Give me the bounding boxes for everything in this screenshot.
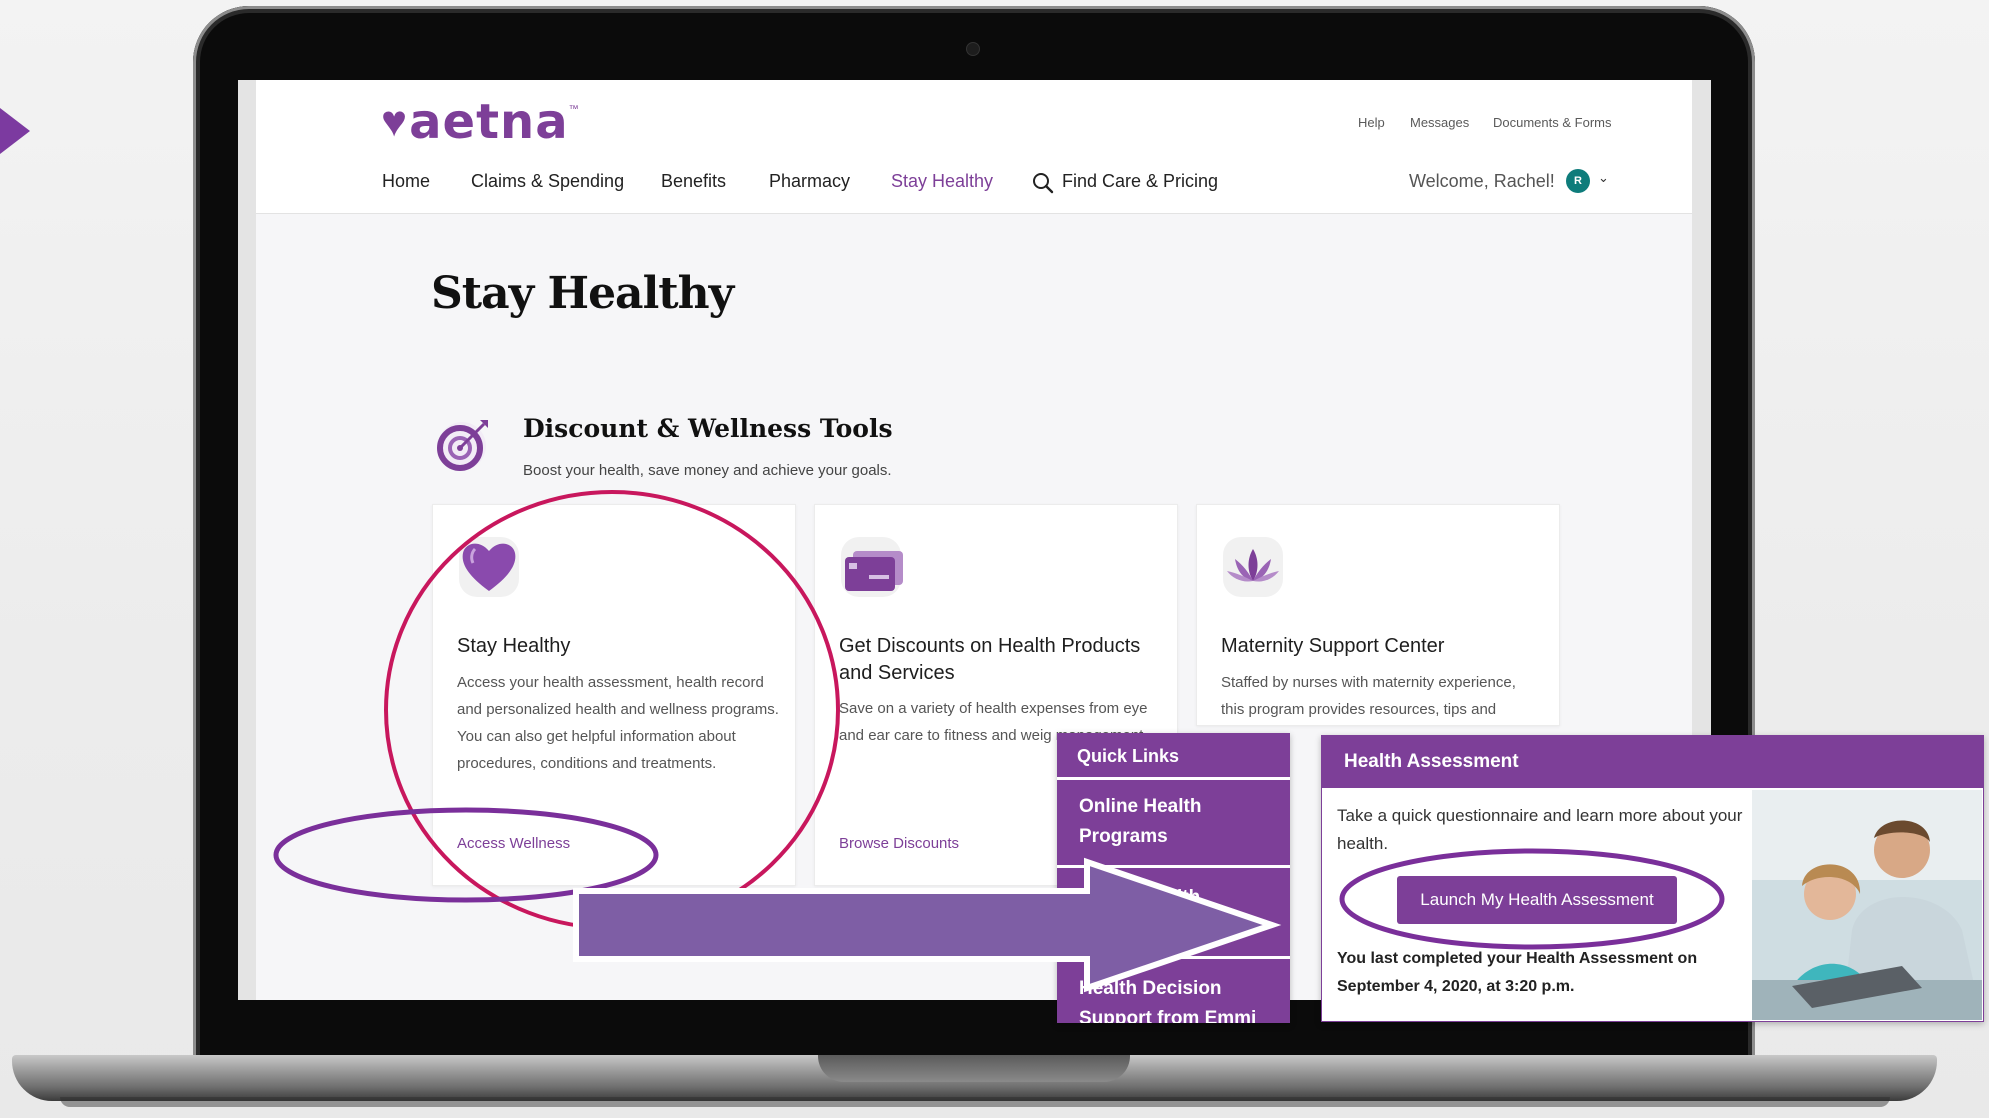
card-stay-healthy: Stay Healthy Access your health assessme…: [432, 504, 796, 886]
card-title: Maternity Support Center: [1221, 635, 1445, 657]
nav-home[interactable]: Home: [382, 171, 430, 192]
last-completed-text: You last completed your Health Assessmen…: [1337, 950, 1698, 995]
health-assessment-panel: Health Assessment Take a quick questionn…: [1321, 735, 1984, 1022]
quick-links-panel: Quick Links Online Health Programs lth H…: [1057, 733, 1290, 1023]
screen-bottom-bezel: [238, 1000, 1053, 1022]
avatar[interactable]: R: [1566, 169, 1590, 193]
heart-logo-icon: ♥: [381, 97, 408, 146]
heart-icon: [457, 535, 521, 599]
laptop-notch: [818, 1055, 1130, 1082]
credit-card-icon: [839, 535, 903, 599]
launch-health-assessment-button[interactable]: Launch My Health Assessment: [1397, 876, 1677, 924]
nav-stay-healthy[interactable]: Stay Healthy: [891, 171, 993, 192]
webcam: [966, 42, 980, 56]
target-icon: [436, 416, 492, 472]
help-link[interactable]: Help: [1358, 115, 1385, 130]
health-assessment-description: Take a quick questionnaire and learn mor…: [1337, 806, 1743, 853]
nav-benefits[interactable]: Benefits: [661, 171, 726, 192]
card-description: Staffed by nurses with maternity experie…: [1221, 674, 1516, 718]
chevron-down-icon[interactable]: ⌄: [1598, 170, 1609, 186]
card-title: Get Discounts on Health Products and Ser…: [839, 635, 1141, 684]
access-wellness-link[interactable]: Access Wellness: [457, 835, 570, 852]
lotus-icon: [1221, 535, 1285, 599]
nav-find-care-pricing[interactable]: Find Care & Pricing: [1062, 171, 1218, 192]
pointer-arrow: [0, 108, 30, 154]
browse-discounts-link[interactable]: Browse Discounts: [839, 835, 959, 852]
welcome-message: Welcome, Rachel!: [1409, 171, 1555, 191]
aetna-logo[interactable]: ♥ aetna ™: [381, 98, 579, 146]
search-icon[interactable]: [1032, 172, 1054, 194]
documents-forms-link[interactable]: Documents & Forms: [1493, 115, 1611, 130]
section-title: Discount & Wellness Tools: [523, 414, 893, 443]
card-maternity: Maternity Support Center Staffed by nurs…: [1196, 504, 1560, 726]
card-title: Stay Healthy: [457, 635, 571, 657]
couple-laptop-photo: [1752, 790, 1982, 1020]
screen-edge-left: [238, 80, 256, 1000]
health-assessment-title: Health Assessment: [1322, 736, 1983, 788]
quick-link-health-decision-support[interactable]: Health Decision Support from Emmi: [1057, 962, 1290, 1023]
card-description: Access your health assessment, health re…: [457, 674, 779, 772]
quick-links-title: Quick Links: [1057, 733, 1290, 780]
page-title: Stay Healthy: [431, 268, 734, 319]
quick-link-online-health-programs[interactable]: Online Health Programs: [1057, 780, 1290, 868]
messages-link[interactable]: Messages: [1410, 115, 1469, 130]
laptop-shadow: [60, 1097, 1890, 1107]
nav-claims-spending[interactable]: Claims & Spending: [471, 171, 624, 192]
nav-pharmacy[interactable]: Pharmacy: [769, 171, 850, 192]
section-subtitle: Boost your health, save money and achiev…: [523, 462, 892, 479]
quick-link-item[interactable]: lth: [1057, 871, 1290, 959]
